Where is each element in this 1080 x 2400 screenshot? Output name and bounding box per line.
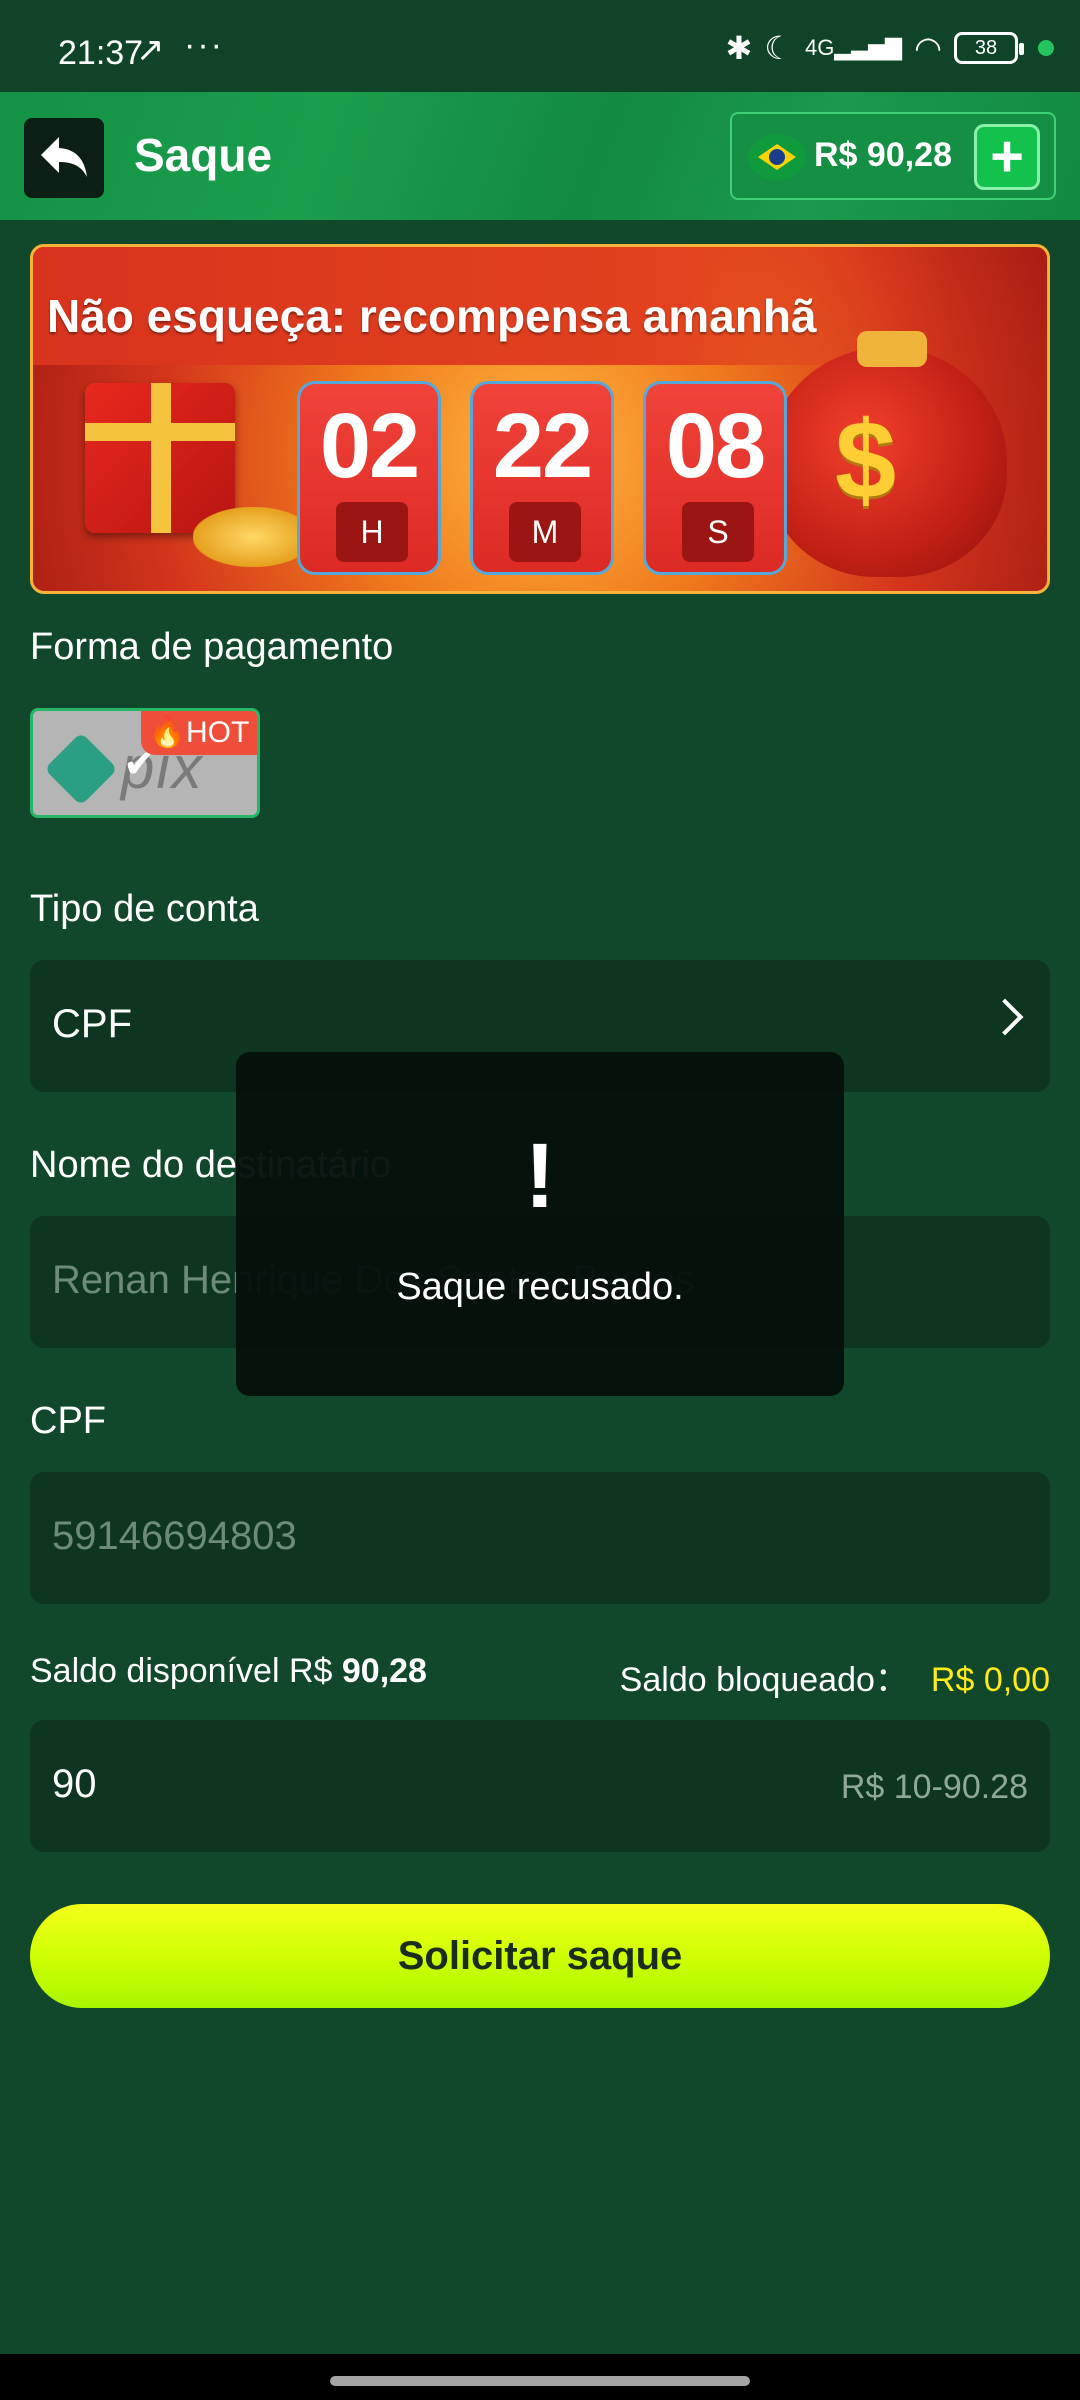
blocked-balance: Saldo bloqueado： R$ 0,00 xyxy=(620,1652,1050,1701)
countdown-minutes: 22 M xyxy=(470,381,614,575)
blocked-balance-value: R$ 0,00 xyxy=(930,1661,1050,1699)
back-button[interactable] xyxy=(24,118,104,198)
pix-logo-icon xyxy=(44,732,118,806)
brazil-flag-icon xyxy=(748,134,806,180)
bluetooth-icon: ✱ xyxy=(725,30,753,66)
navigation-arrow-icon: ↗ xyxy=(136,31,165,69)
available-balance-value: 90,28 xyxy=(341,1652,427,1690)
countdown-hours-value: 02 xyxy=(319,395,420,497)
deposit-plus-button[interactable]: + xyxy=(974,124,1040,190)
gold-coins-icon xyxy=(193,507,313,567)
available-balance: Saldo disponível R$ 90,28 xyxy=(30,1652,427,1691)
cpf-value: 59146694803 xyxy=(52,1514,297,1558)
toast-message: Saque recusado. xyxy=(396,1266,684,1308)
hot-badge: 🔥HOT xyxy=(141,711,257,755)
more-notifications-icon: ··· xyxy=(184,26,224,64)
balance-display: R$ 90,28 + xyxy=(730,112,1056,200)
do-not-disturb-moon-icon: ☾ xyxy=(764,30,794,66)
app-header: Saque R$ 90,28 + xyxy=(0,92,1080,220)
status-time: 21:37 xyxy=(58,34,144,72)
fire-icon: 🔥 xyxy=(148,716,187,749)
status-icons: ✱ ☾ 4G▂▃▅▇ ◠ 38 xyxy=(726,28,1054,68)
countdown-hours: 02 H xyxy=(297,381,441,575)
chevron-right-icon xyxy=(986,998,1024,1036)
wifi-icon: ◠ xyxy=(914,30,942,66)
reward-banner[interactable]: Não esqueça: recompensa amanhã $ 02 H 22… xyxy=(30,244,1050,594)
cpf-label: CPF xyxy=(30,1400,106,1442)
amount-value: 90 xyxy=(52,1762,97,1806)
exclamation-icon: ! xyxy=(524,1125,556,1227)
money-bag-icon: $ xyxy=(767,331,1007,577)
available-balance-label: Saldo disponível R$ xyxy=(30,1652,333,1690)
pix-payment-option[interactable]: pix ✔ 🔥HOT xyxy=(30,708,260,818)
home-indicator[interactable] xyxy=(330,2376,750,2386)
payment-method-label: Forma de pagamento xyxy=(30,626,394,668)
network-type-label: 4G xyxy=(805,35,835,60)
countdown-seconds: 08 S xyxy=(643,381,787,575)
banner-title: Não esqueça: recompensa amanhã xyxy=(47,290,817,342)
countdown-seconds-value: 08 xyxy=(665,395,766,497)
amount-range-hint: R$ 10-90.28 xyxy=(840,1768,1028,1806)
request-withdrawal-button[interactable]: Solicitar saque xyxy=(30,1904,1050,2008)
blocked-balance-label: Saldo bloqueado： xyxy=(619,1661,909,1699)
cpf-field[interactable]: 59146694803 xyxy=(30,1472,1050,1604)
battery-icon: 38 xyxy=(954,32,1024,64)
countdown-minutes-unit: M xyxy=(509,502,581,562)
signal-icon: 4G▂▃▅▇ xyxy=(805,35,903,60)
countdown-seconds-unit: S xyxy=(682,502,754,562)
privacy-indicator-dot xyxy=(1038,40,1054,56)
amount-input[interactable]: 90 R$ 10-90.28 xyxy=(30,1720,1050,1852)
countdown-hours-unit: H xyxy=(336,502,408,562)
page-title: Saque xyxy=(134,129,273,181)
balance-amount: R$ 90,28 xyxy=(814,136,952,174)
countdown-minutes-value: 22 xyxy=(492,395,593,497)
status-bar: 21:37 ↗ ··· ✱ ☾ 4G▂▃▅▇ ◠ 38 xyxy=(0,0,1080,92)
account-type-value: CPF xyxy=(52,1002,132,1046)
back-arrow-icon xyxy=(41,137,87,177)
account-type-label: Tipo de conta xyxy=(30,888,259,930)
error-toast: ! Saque recusado. xyxy=(236,1052,844,1396)
